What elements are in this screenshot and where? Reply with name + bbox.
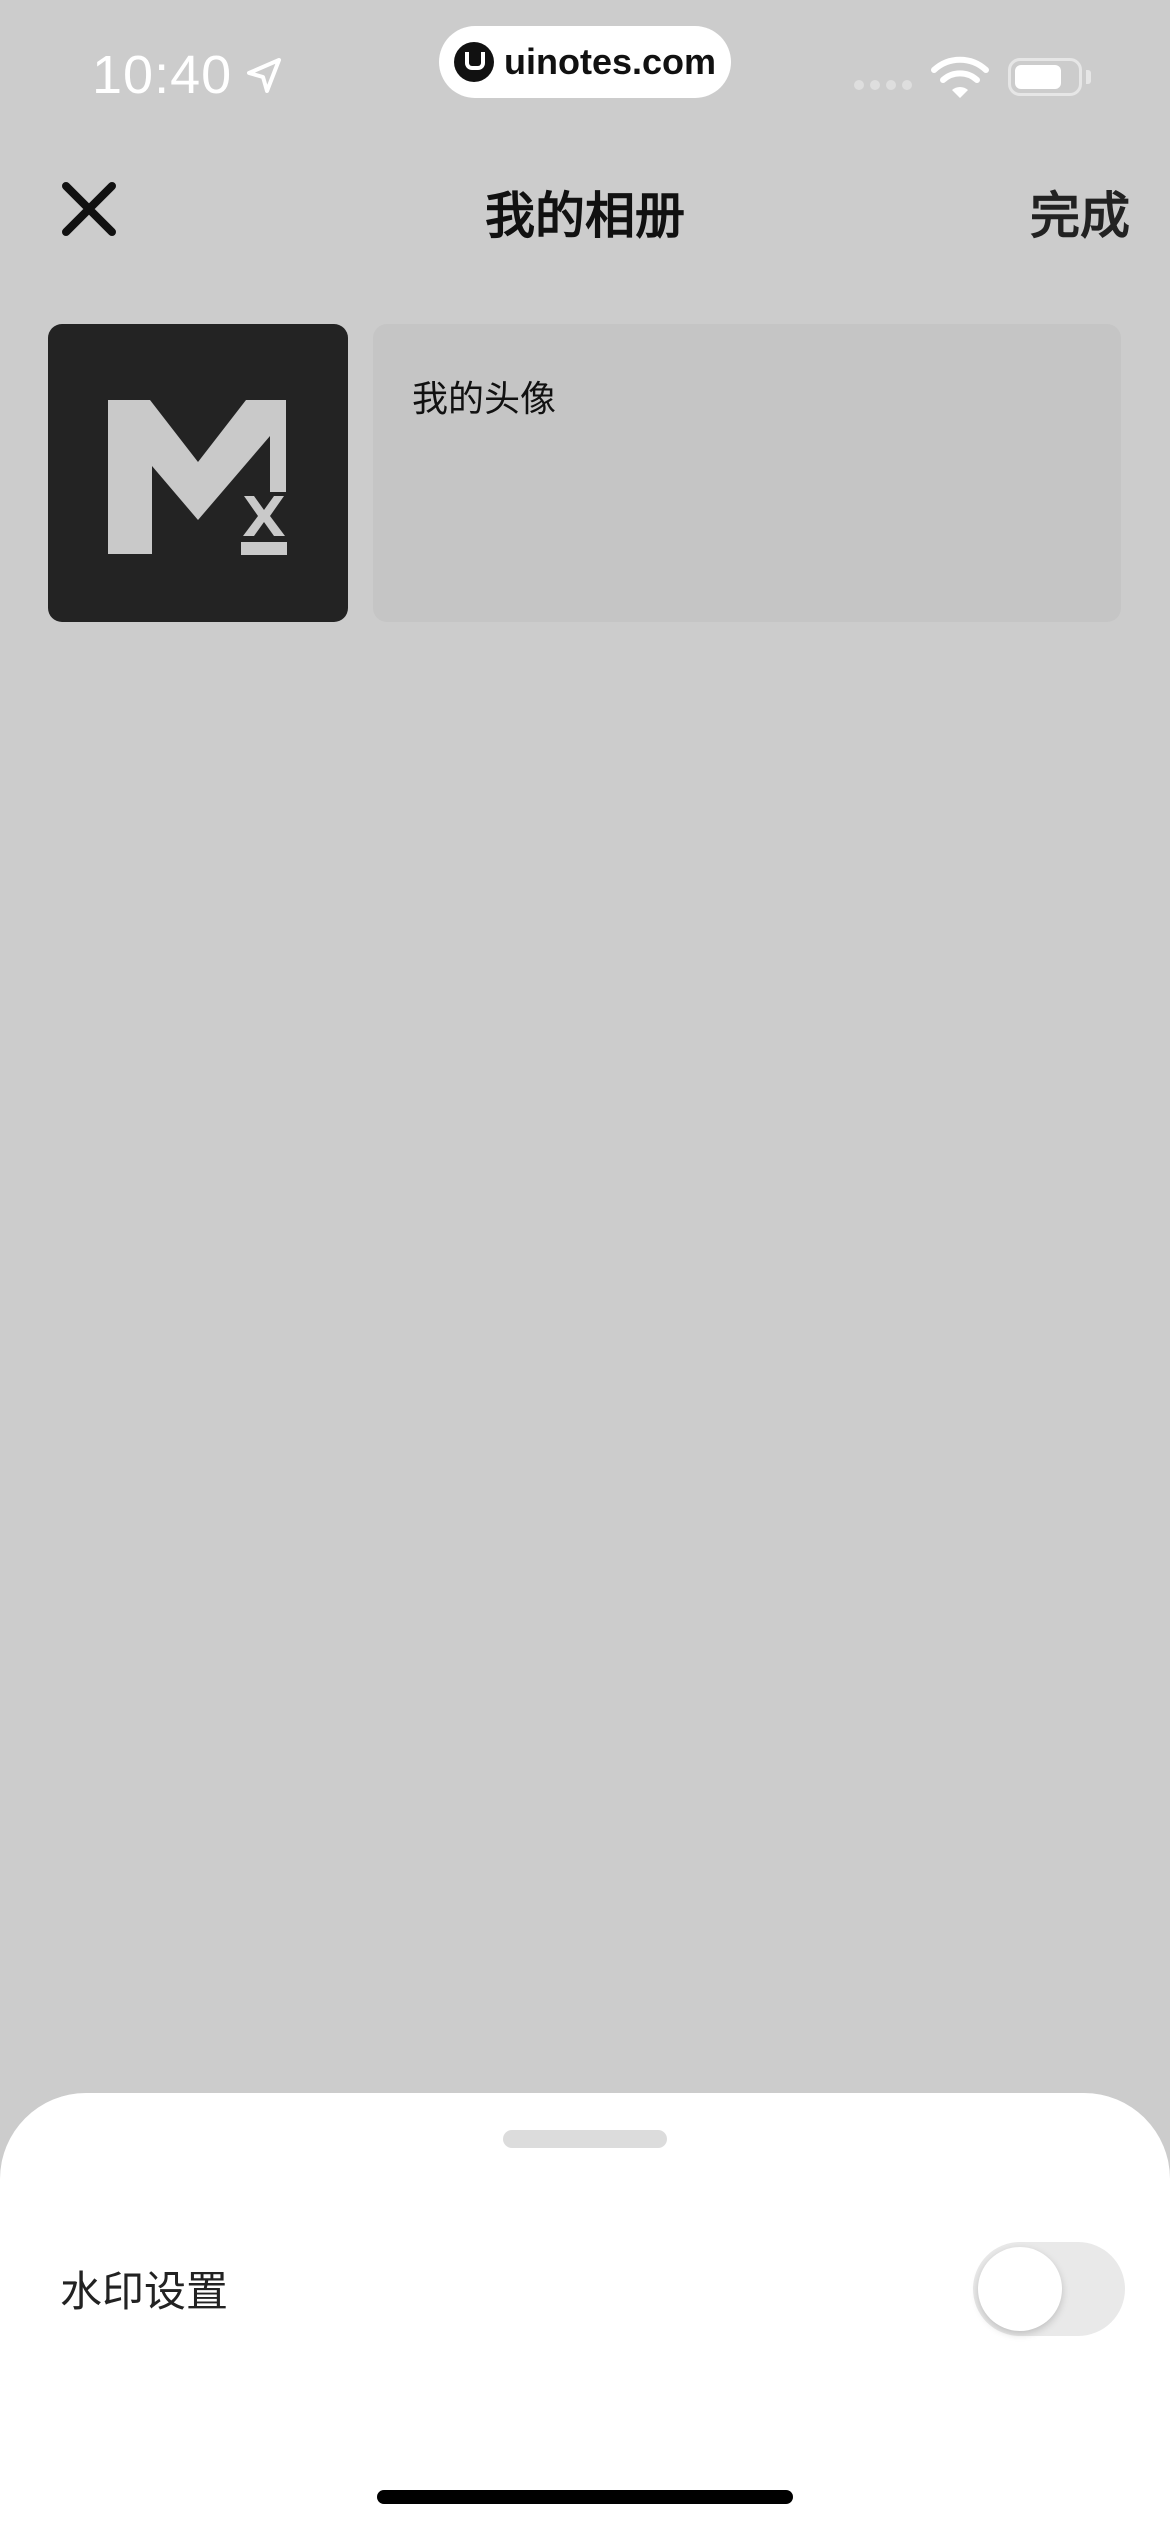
toggle-knob [978,2247,1062,2331]
site-badge-text: uinotes.com [503,41,717,82]
close-icon[interactable] [60,180,118,238]
watermark-settings-label: 水印设置 [60,2267,229,2316]
battery-icon [1008,58,1082,96]
home-indicator [377,2490,793,2504]
album-name-field[interactable] [373,324,1121,622]
mx-logo-icon [108,400,287,555]
site-badge: uinotes.com [439,26,731,98]
site-logo-icon [453,42,494,82]
sheet-grabber[interactable] [503,2130,667,2148]
status-time: 10:40 [92,45,233,105]
battery-tip [1086,70,1091,84]
album-cover[interactable] [48,324,348,622]
location-arrow-icon [247,58,281,93]
album-name-text: 我的头像 [412,379,557,420]
signal-icon [854,80,912,90]
page-title: 我的相册 [485,187,685,245]
wifi-icon [931,56,989,98]
watermark-toggle[interactable] [973,2242,1125,2336]
done-button[interactable]: 完成 [990,176,1130,248]
